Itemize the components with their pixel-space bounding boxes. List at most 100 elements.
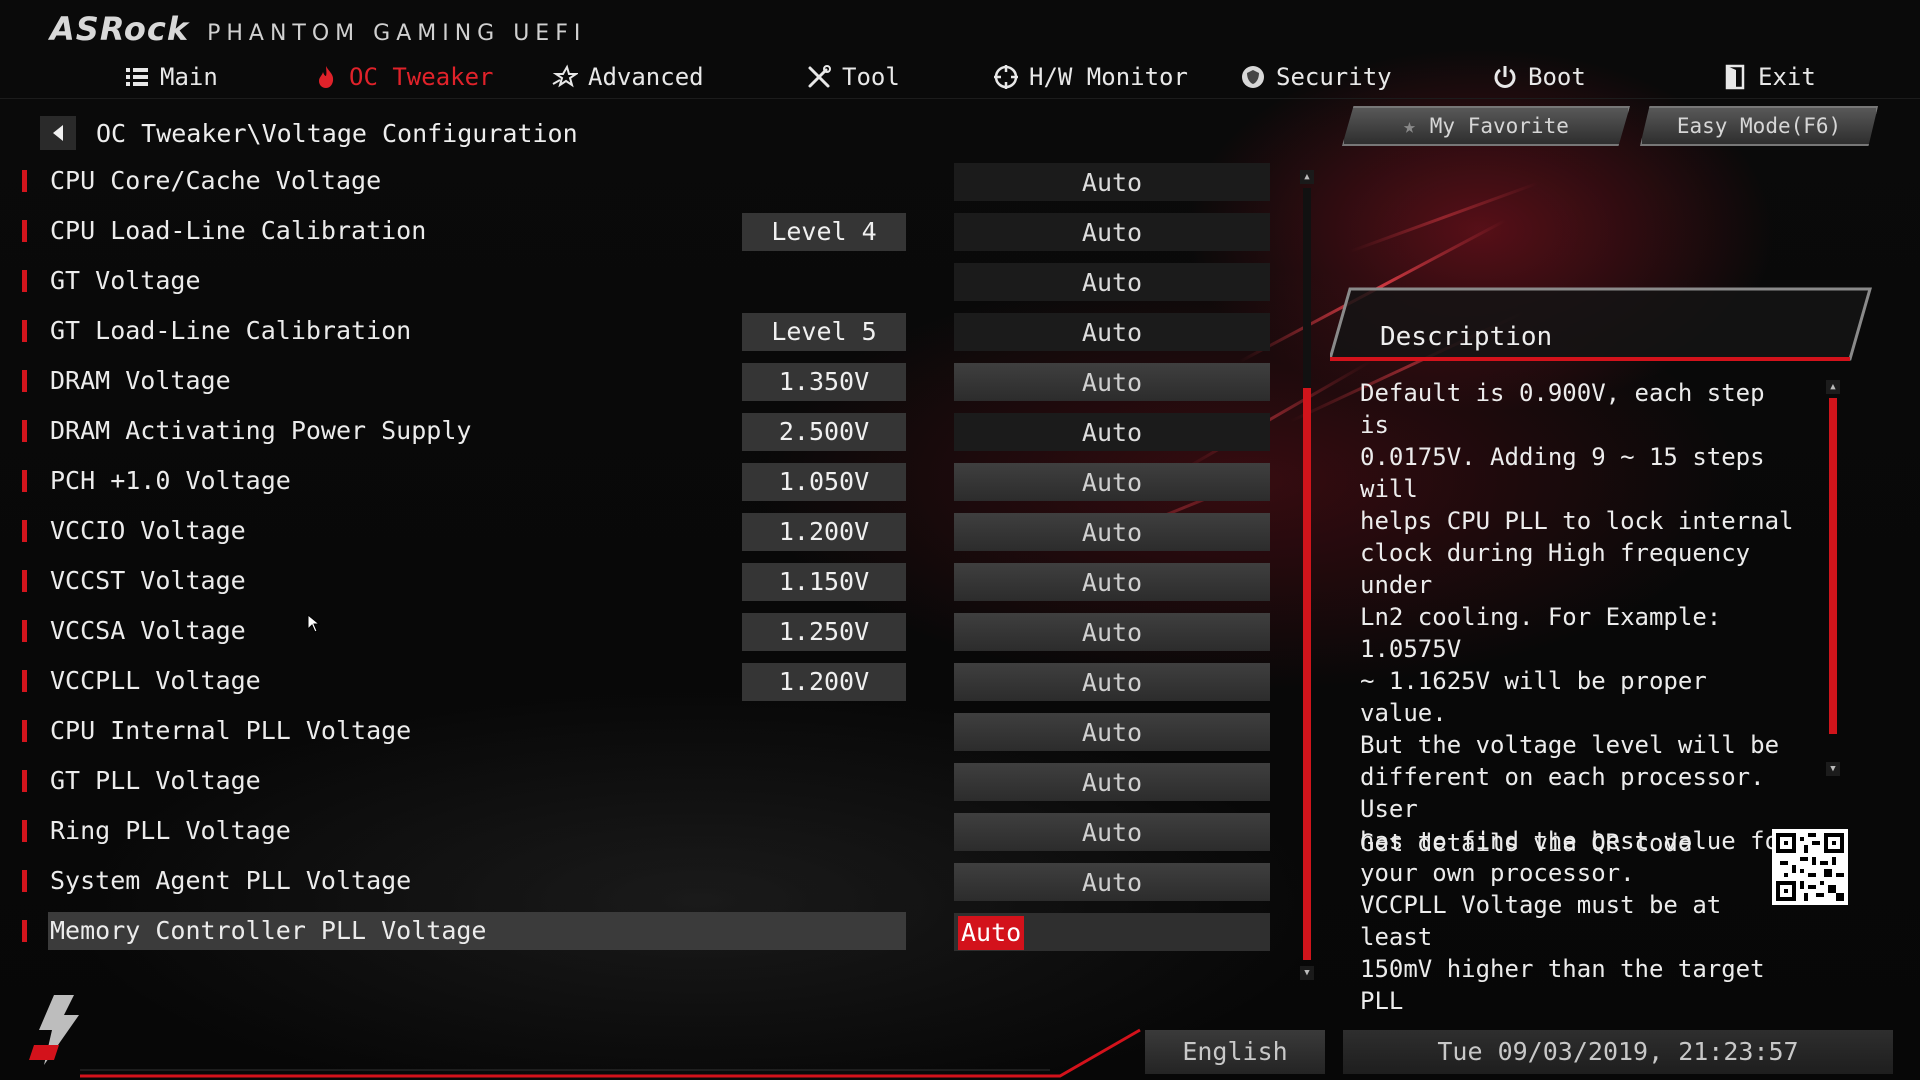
setting-label: CPU Internal PLL Voltage — [50, 716, 412, 745]
tab-boot[interactable]: Boot — [1492, 60, 1586, 94]
setting-value[interactable]: Auto — [954, 463, 1270, 501]
setting-row[interactable]: Ring PLL Voltage Auto — [0, 810, 1280, 854]
row-marker — [22, 720, 27, 742]
setting-row[interactable]: VCCSA Voltage 1.250V Auto — [0, 610, 1280, 654]
tab-main[interactable]: Main — [124, 60, 218, 94]
scroll-down-icon[interactable]: ▼ — [1300, 966, 1314, 980]
mouse-cursor-icon — [307, 614, 321, 633]
setting-value[interactable]: Auto — [954, 613, 1270, 651]
tab-oc-tweaker[interactable]: OC Tweaker — [313, 60, 494, 94]
setting-value[interactable]: Auto — [954, 313, 1270, 351]
setting-label: VCCST Voltage — [50, 566, 246, 595]
setting-row[interactable]: GT Load-Line Calibration Level 5 Auto — [0, 310, 1280, 354]
row-marker — [22, 620, 27, 642]
tab-security-label: Security — [1276, 63, 1392, 91]
asrock-logo: ASRock PHANTOM GAMING UEFI — [50, 10, 586, 48]
description-text: Default is 0.900V, each step is 0.0175V.… — [1360, 379, 1794, 1015]
setting-label: Memory Controller PLL Voltage — [48, 912, 906, 950]
setting-value[interactable]: Auto — [954, 813, 1270, 851]
setting-label: DRAM Activating Power Supply — [50, 416, 472, 445]
setting-label: System Agent PLL Voltage — [50, 866, 412, 895]
desc-scroll-down-icon[interactable]: ▼ — [1826, 762, 1840, 776]
tab-exit-label: Exit — [1758, 63, 1816, 91]
current-value: Level 5 — [742, 313, 906, 351]
setting-label: GT PLL Voltage — [50, 766, 261, 795]
scroll-up-icon[interactable]: ▲ — [1300, 170, 1314, 184]
setting-value[interactable]: Auto — [954, 863, 1270, 901]
row-marker — [22, 820, 27, 842]
row-marker — [22, 520, 27, 542]
setting-label: VCCIO Voltage — [50, 516, 246, 545]
row-marker — [22, 170, 27, 192]
desc-scroll-up-icon[interactable]: ▲ — [1826, 380, 1840, 394]
setting-row[interactable]: DRAM Voltage 1.350V Auto — [0, 360, 1280, 404]
flame-icon — [313, 64, 339, 90]
setting-label: PCH +1.0 Voltage — [50, 466, 291, 495]
setting-value[interactable]: Auto — [954, 663, 1270, 701]
tab-exit[interactable]: Exit — [1722, 60, 1816, 94]
setting-value[interactable]: Auto — [954, 763, 1270, 801]
tab-security[interactable]: Security — [1240, 60, 1392, 94]
tab-tool[interactable]: Tool — [806, 60, 900, 94]
setting-label: GT Voltage — [50, 266, 201, 295]
setting-row-selected[interactable]: Memory Controller PLL Voltage Auto — [0, 910, 1280, 954]
list-icon — [124, 64, 150, 90]
setting-row[interactable]: VCCIO Voltage 1.200V Auto — [0, 510, 1280, 554]
selected-value-text: Auto — [958, 916, 1025, 950]
settings-scrollbar[interactable]: ▲ ▼ — [1300, 170, 1314, 980]
description-scrollbar[interactable]: ▲ ▼ — [1826, 380, 1840, 776]
scroll-thumb[interactable] — [1303, 388, 1311, 960]
current-value: 1.350V — [742, 363, 906, 401]
setting-row[interactable]: VCCPLL Voltage 1.200V Auto — [0, 660, 1280, 704]
tab-advanced[interactable]: Advanced — [552, 60, 704, 94]
row-marker — [22, 320, 27, 342]
setting-value[interactable]: Auto — [954, 713, 1270, 751]
setting-row[interactable]: DRAM Activating Power Supply 2.500V Auto — [0, 410, 1280, 454]
brand-name: ASRock — [50, 10, 190, 48]
tab-tool-label: Tool — [842, 63, 900, 91]
setting-row[interactable]: CPU Internal PLL Voltage Auto — [0, 710, 1280, 754]
setting-value[interactable]: Auto — [954, 363, 1270, 401]
tab-hw-monitor-label: H/W Monitor — [1029, 63, 1188, 91]
easy-mode-button[interactable]: Easy Mode(F6) — [1640, 106, 1878, 146]
setting-row[interactable]: VCCST Voltage 1.150V Auto — [0, 560, 1280, 604]
qr-label: Get details via QR code — [1360, 829, 1693, 857]
tab-hw-monitor[interactable]: H/W Monitor — [993, 60, 1188, 94]
setting-label: CPU Load-Line Calibration — [50, 216, 427, 245]
setting-row[interactable]: CPU Load-Line Calibration Level 4 Auto — [0, 210, 1280, 254]
setting-row[interactable]: System Agent PLL Voltage Auto — [0, 860, 1280, 904]
desc-scroll-thumb[interactable] — [1829, 398, 1837, 734]
qr-code[interactable] — [1772, 829, 1848, 905]
setting-label: GT Load-Line Calibration — [50, 316, 412, 345]
row-marker — [22, 670, 27, 692]
setting-row[interactable]: PCH +1.0 Voltage 1.050V Auto — [0, 460, 1280, 504]
setting-value[interactable]: Auto — [954, 563, 1270, 601]
current-value: 1.250V — [742, 613, 906, 651]
setting-value[interactable]: Auto — [954, 413, 1270, 451]
scroll-track[interactable] — [1303, 188, 1311, 960]
tab-boot-label: Boot — [1528, 63, 1586, 91]
my-favorite-button[interactable]: ★ My Favorite — [1342, 106, 1630, 146]
row-marker — [22, 920, 27, 942]
crosshair-icon — [993, 64, 1019, 90]
setting-value[interactable]: Auto — [954, 163, 1270, 201]
setting-row[interactable]: GT PLL Voltage Auto — [0, 760, 1280, 804]
language-button[interactable]: English — [1145, 1030, 1325, 1074]
row-marker — [22, 220, 27, 242]
current-value: 1.150V — [742, 563, 906, 601]
star-icon — [552, 64, 578, 90]
description-title: Description — [1380, 322, 1553, 352]
exit-icon — [1722, 64, 1748, 90]
row-marker — [22, 270, 27, 292]
tab-advanced-label: Advanced — [588, 63, 704, 91]
back-button[interactable] — [40, 116, 76, 150]
setting-row[interactable]: GT Voltage Auto — [0, 260, 1280, 304]
setting-value[interactable]: Auto — [954, 263, 1270, 301]
setting-value[interactable]: Auto — [954, 513, 1270, 551]
setting-value[interactable]: Auto — [954, 213, 1270, 251]
setting-value-selected[interactable]: Auto — [954, 913, 1270, 951]
setting-row[interactable]: CPU Core/Cache Voltage Auto — [0, 160, 1280, 204]
tab-oc-tweaker-label: OC Tweaker — [349, 63, 494, 91]
setting-label: Ring PLL Voltage — [50, 816, 291, 845]
current-value: 1.200V — [742, 513, 906, 551]
